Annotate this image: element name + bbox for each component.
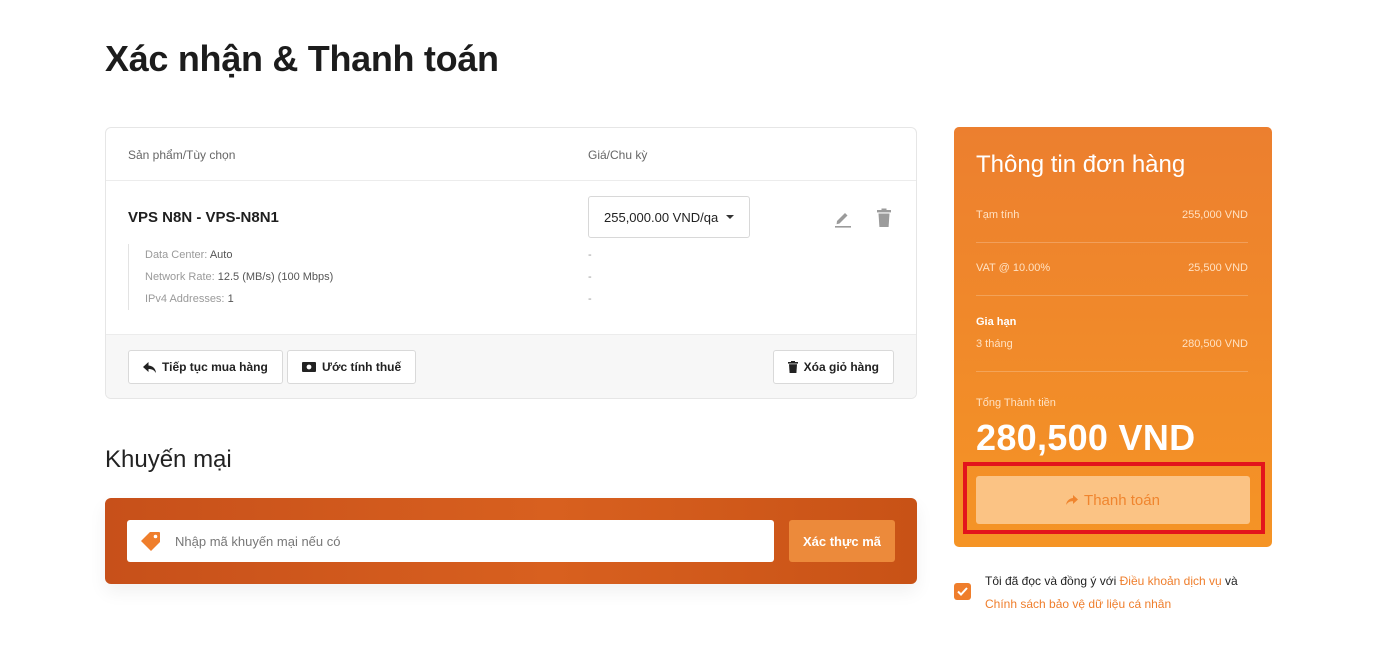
divider [976,371,1248,372]
terms-and: và [1225,574,1238,588]
vat-row: VAT @ 10.00% 25,500 VND [976,262,1248,274]
option-value: 12.5 (MB/s) (100 Mbps) [217,271,334,283]
subtotal-label: Tạm tính [976,209,1020,221]
option-line: IPv4 Addresses: 1 [145,288,333,310]
option-price: - [588,249,592,261]
estimate-tax-label: Ước tính thuế [322,360,402,374]
share-arrow-icon [1066,495,1079,505]
option-price: - [588,271,592,283]
product-name: VPS N8N - VPS-N8N1 [128,209,279,226]
option-line: Network Rate: 12.5 (MB/s) (100 Mbps) [145,266,333,288]
total-label: Tổng Thành tiền [976,397,1056,409]
caret-down-icon [726,215,735,219]
pencil-icon[interactable] [833,208,853,228]
check-icon [957,587,968,596]
checkout-label: Thanh toán [1084,491,1160,509]
trash-icon [787,361,798,373]
subtotal-row: Tạm tính 255,000 VND [976,209,1248,221]
promo-box: Xác thực mã [105,498,917,584]
column-header-price: Giá/Chu kỳ [588,148,648,162]
divider [976,295,1248,296]
option-price: - [588,293,592,305]
checkout-button[interactable]: Thanh toán [976,476,1250,524]
promo-title: Khuyến mại [105,446,232,473]
vat-label: VAT @ 10.00% [976,262,1051,274]
option-label: Network Rate: [145,271,215,283]
renewal-row: 3 tháng 280,500 VND [976,338,1248,350]
renewal-period: 3 tháng [976,338,1013,350]
billing-cycle-value: 255,000.00 VND/qa [604,209,719,225]
page-title: Xác nhận & Thanh toán [105,38,499,79]
clear-cart-button[interactable]: Xóa giỏ hàng [772,350,894,384]
subtotal-value: 255,000 VND [1181,209,1248,221]
estimate-tax-button[interactable]: Ước tính thuế [287,350,417,384]
terms-checkbox[interactable] [954,583,971,600]
cart-table: Sản phẩm/Tùy chọn Giá/Chu kỳ VPS N8N - V… [105,127,917,399]
option-value: 1 [227,293,234,305]
terms-of-service-link[interactable]: Điều khoản dịch vụ [1120,574,1222,588]
option-label: IPv4 Addresses: [145,293,225,305]
terms-text: Tôi đã đọc và đồng ý với Điều khoản dịch… [985,570,1285,616]
column-header-product: Sản phẩm/Tùy chọn [128,148,236,162]
option-value: Auto [209,249,233,261]
reply-arrow-icon [143,361,156,373]
option-line: Data Center: Auto [145,244,333,266]
billing-cycle-select[interactable]: 255,000.00 VND/qa [588,196,750,238]
summary-title: Thông tin đơn hàng [976,151,1186,178]
cart-actions: Tiếp tục mua hàng Ước tính thuế Xóa giỏ … [106,334,916,398]
option-label: Data Center: [145,249,208,261]
option-prices: - - - [588,244,592,310]
total-value: 280,500 VND [976,417,1196,458]
clear-cart-label: Xóa giỏ hàng [803,360,879,374]
promo-code-input[interactable] [127,520,774,562]
renewal-label: Gia hạn [976,316,1017,328]
tag-icon [141,532,160,551]
cart-header: Sản phẩm/Tùy chọn Giá/Chu kỳ [106,128,916,181]
vat-value: 25,500 VND [1188,262,1248,274]
continue-shopping-label: Tiếp tục mua hàng [162,360,268,374]
order-summary: Thông tin đơn hàng Tạm tính 255,000 VND … [954,127,1272,547]
trash-icon[interactable] [876,208,892,228]
renewal-value: 280,500 VND [1181,338,1248,350]
validate-code-button[interactable]: Xác thực mã [789,520,895,562]
divider [976,242,1248,243]
privacy-policy-link[interactable]: Chính sách bảo vệ dữ liệu cá nhân [985,597,1171,611]
continue-shopping-button[interactable]: Tiếp tục mua hàng [128,350,283,384]
terms-prefix: Tôi đã đọc và đồng ý với [985,574,1117,588]
money-bill-icon [302,362,316,372]
product-options: Data Center: Auto Network Rate: 12.5 (MB… [128,244,333,310]
cart-item: VPS N8N - VPS-N8N1 255,000.00 VND/qa Dat… [106,181,916,334]
